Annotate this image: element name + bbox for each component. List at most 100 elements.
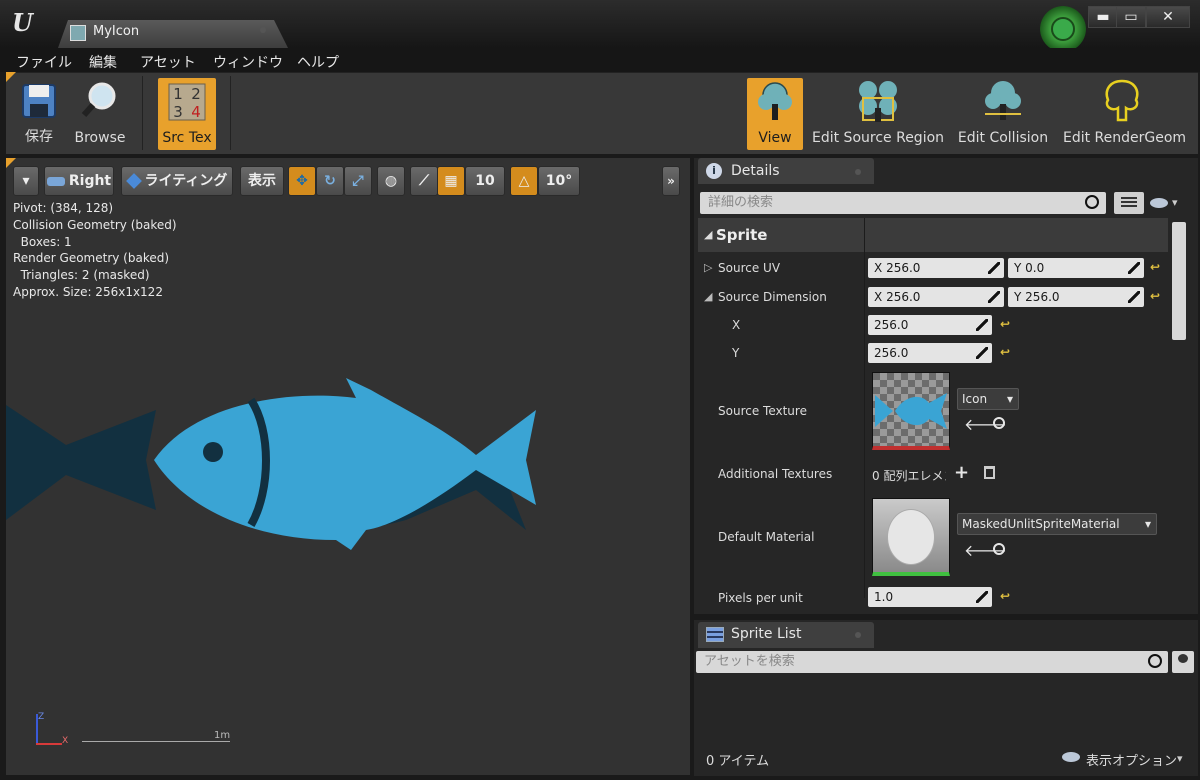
stat-triangles: Triangles: 2 (masked) xyxy=(13,268,150,282)
eye-icon xyxy=(1062,752,1080,762)
reset-to-default-icon[interactable]: ↩ xyxy=(1150,289,1160,303)
list-icon xyxy=(1121,197,1137,209)
default-material-thumbnail[interactable] xyxy=(872,498,950,576)
scale-bar xyxy=(82,741,230,742)
add-element-icon[interactable]: + xyxy=(954,462,969,483)
stat-pivot: Pivot: (384, 128) xyxy=(13,201,114,215)
source-uv-y-value: 0.0 xyxy=(1025,261,1045,275)
source-dimension-y-field[interactable]: Y 256.0 xyxy=(1008,287,1144,307)
default-material-dropdown[interactable]: MaskedUnlitSpriteMaterial ▾ xyxy=(957,513,1157,535)
pixels-per-unit-field[interactable]: 1.0 xyxy=(868,587,992,607)
show-dropdown[interactable]: 表示 xyxy=(240,166,284,196)
sprite-preview[interactable] xyxy=(6,370,566,570)
search-icon xyxy=(1148,654,1162,668)
translate-icon: ✥ xyxy=(296,173,308,189)
asset-search-input[interactable]: アセットを検索 xyxy=(696,651,1168,673)
browse-button[interactable]: Browse xyxy=(70,78,130,150)
stat-boxes: Boxes: 1 xyxy=(13,235,72,249)
rotation-snap-value[interactable]: 10° xyxy=(538,166,580,196)
dimension-y-field[interactable]: 256.0 xyxy=(868,343,992,363)
edit-source-region-label: Edit Source Region xyxy=(812,130,945,146)
axis-x-line xyxy=(36,743,62,745)
translate-mode-button[interactable]: ✥ xyxy=(288,166,316,196)
default-material-label: Default Material xyxy=(718,530,815,544)
collapse-arrow-icon[interactable]: ◢ xyxy=(704,290,712,303)
browse-asset-icon[interactable] xyxy=(993,417,1005,429)
dimension-y-value: 256.0 xyxy=(874,346,909,360)
menu-asset[interactable]: アセット xyxy=(140,52,196,72)
drag-icon xyxy=(976,591,988,603)
save-label: 保存 xyxy=(25,129,53,145)
src-tex-digit-2: 2 xyxy=(191,85,201,103)
minimize-button[interactable]: ▬ xyxy=(1088,6,1118,28)
save-button[interactable]: 保存 xyxy=(12,78,66,150)
details-search-input[interactable]: 詳細の検索 xyxy=(700,192,1106,214)
edit-rendergeom-button[interactable]: Edit RenderGeom xyxy=(1063,78,1186,150)
eye-icon[interactable] xyxy=(1150,198,1168,208)
fish-body xyxy=(154,378,536,550)
rotation-snap-icon: △ xyxy=(518,173,530,189)
close-button[interactable]: ✕ xyxy=(1146,6,1190,28)
sprite-list-tab-label: Sprite List xyxy=(731,626,802,642)
filter-user-button[interactable] xyxy=(1172,651,1194,673)
magnifier-icon xyxy=(81,82,116,118)
column-splitter[interactable] xyxy=(864,218,865,598)
view-mode-dropdown[interactable]: Right xyxy=(44,166,114,196)
reset-to-default-icon[interactable]: ↩ xyxy=(1150,260,1160,274)
category-sprite[interactable] xyxy=(698,218,1168,252)
menu-window[interactable]: ウィンドウ xyxy=(213,52,283,72)
menu-file[interactable]: ファイル xyxy=(16,52,72,72)
viewport-options-dropdown[interactable]: ▾ xyxy=(13,166,39,196)
view-options-chevron-icon[interactable]: ▾ xyxy=(1177,752,1183,765)
maximize-button[interactable]: ▭ xyxy=(1116,6,1146,28)
edit-collision-button[interactable]: Edit Collision xyxy=(955,78,1051,150)
src-tex-button[interactable]: 1 2 3 4 Src Tex xyxy=(158,78,216,150)
view-mode-label: Right xyxy=(68,173,112,189)
tab-close-icon[interactable] xyxy=(855,169,861,175)
default-material-value: MaskedUnlitSpriteMaterial xyxy=(962,517,1120,531)
stat-render-geometry: Render Geometry (baked) xyxy=(13,251,170,265)
reset-to-default-icon[interactable]: ↩ xyxy=(1000,317,1010,331)
eye-dropdown-chevron-icon[interactable]: ▾ xyxy=(1172,196,1178,209)
world-local-toggle[interactable]: ◍ xyxy=(377,166,405,196)
reset-to-default-icon[interactable]: ↩ xyxy=(1000,345,1010,359)
render-geom-icon xyxy=(1105,79,1139,122)
reset-to-default-icon[interactable]: ↩ xyxy=(1000,589,1010,603)
chevron-right-icon: » xyxy=(667,174,675,188)
source-uv-x-field[interactable]: X 256.0 xyxy=(868,258,1004,278)
menu-help[interactable]: ヘルプ xyxy=(297,52,339,72)
grid-icon: ▦ xyxy=(444,173,458,189)
dimension-x-field[interactable]: 256.0 xyxy=(868,315,992,335)
grid-snap-value[interactable]: 10 xyxy=(465,166,505,196)
property-matrix-button[interactable] xyxy=(1114,192,1144,214)
details-tab[interactable] xyxy=(698,158,874,184)
source-uv-y-field[interactable]: Y 0.0 xyxy=(1008,258,1144,278)
src-tex-icon: 1 2 3 4 xyxy=(168,83,206,121)
expand-arrow-icon[interactable]: ▷ xyxy=(704,261,712,274)
surface-snap-button[interactable]: ⟋ xyxy=(410,166,438,196)
details-tab-label: Details xyxy=(731,163,780,179)
browse-asset-icon[interactable] xyxy=(993,543,1005,555)
view-mode-button[interactable]: View xyxy=(747,78,803,150)
tab-close-icon[interactable] xyxy=(260,27,266,33)
grid-snap-toggle[interactable]: ▦ xyxy=(437,166,465,196)
trash-icon[interactable] xyxy=(984,466,995,479)
source-texture-thumbnail[interactable] xyxy=(872,372,950,450)
scale-mode-button[interactable]: ⤢ xyxy=(344,166,372,196)
lighting-dropdown[interactable]: ライティング xyxy=(121,166,233,196)
collapse-arrow-icon[interactable]: ◢ xyxy=(704,228,712,241)
source-texture-dropdown[interactable]: Icon ▾ xyxy=(957,388,1019,410)
tab-close-icon[interactable] xyxy=(855,632,861,638)
item-count: 0 アイテム xyxy=(706,754,770,769)
view-label: View xyxy=(758,130,792,146)
scale-icon: ⤢ xyxy=(352,173,364,189)
source-uv-label: Source UV xyxy=(718,261,781,275)
view-options-button[interactable]: 表示オプション xyxy=(1086,750,1177,769)
menu-edit[interactable]: 編集 xyxy=(89,52,117,72)
viewport-expand-button[interactable]: » xyxy=(662,166,680,196)
edit-source-region-button[interactable]: Edit Source Region xyxy=(812,78,944,150)
details-scrollbar[interactable] xyxy=(1172,222,1186,340)
source-dimension-x-field[interactable]: X 256.0 xyxy=(868,287,1004,307)
rotation-snap-toggle[interactable]: △ xyxy=(510,166,538,196)
rotate-mode-button[interactable]: ↻ xyxy=(316,166,344,196)
